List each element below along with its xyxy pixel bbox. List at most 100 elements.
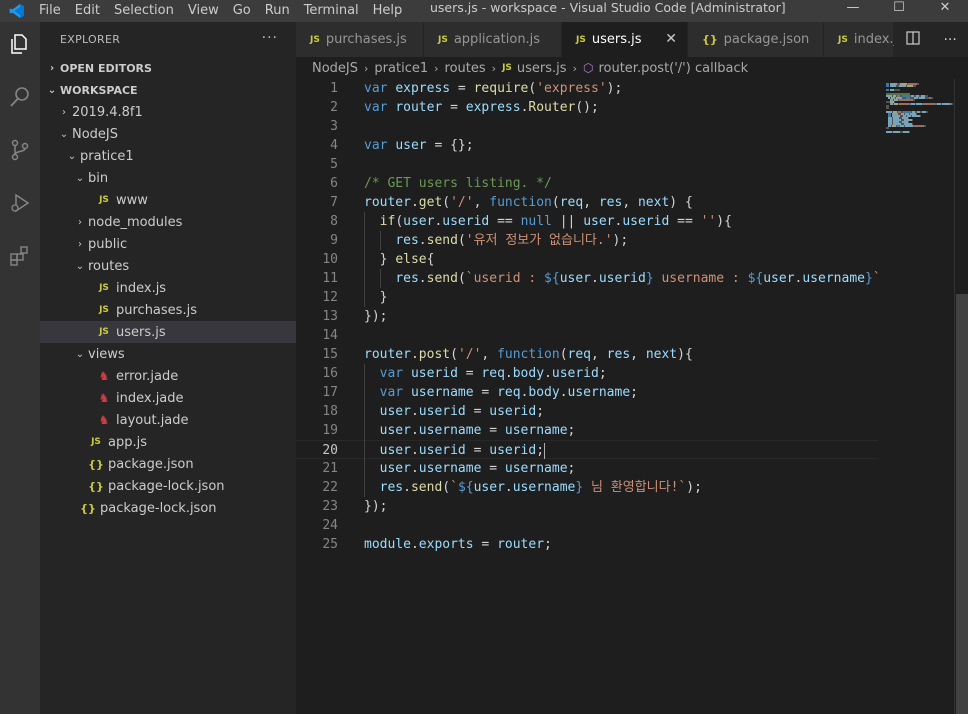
source-control-icon[interactable] xyxy=(0,130,40,170)
code-token: } xyxy=(645,271,654,286)
tab-purchases-js[interactable]: JS purchases.js xyxy=(296,22,424,57)
tab-index-js[interactable]: JS index.js xyxy=(824,22,904,57)
file-item[interactable]: ♞ error.jade xyxy=(40,365,296,387)
code-text: var express = require('express'); xyxy=(364,79,622,98)
minimap[interactable] xyxy=(878,79,954,714)
menu-item-help[interactable]: Help xyxy=(366,3,410,19)
menu-item-view[interactable]: View xyxy=(181,3,226,19)
tab-actions: ··· xyxy=(894,22,968,57)
window-title: users.js - workspace - Visual Studio Cod… xyxy=(430,0,786,15)
tree-item-label: index.js xyxy=(116,280,167,296)
code-text: user.username = username; xyxy=(364,421,576,440)
minimap-token xyxy=(926,111,928,113)
file-item[interactable]: JS app.js xyxy=(40,431,296,453)
tree-item-label: error.jade xyxy=(116,368,179,384)
tab-users-js[interactable]: JS users.js ✕ xyxy=(562,22,688,57)
chevron-down-icon: ⌄ xyxy=(75,172,85,184)
open-editors-section[interactable]: › OPEN EDITORS xyxy=(40,57,296,79)
minimize-button[interactable]: — xyxy=(830,0,876,16)
code-line: 7 router.get('/', function(req, res, next… xyxy=(296,193,878,212)
explorer-icon[interactable] xyxy=(0,24,40,64)
code-token: var xyxy=(364,100,388,115)
title-bar: File Edit Selection View Go Run Terminal Help u… xyxy=(0,0,968,22)
code-line: 21 user.username = username; xyxy=(296,459,878,478)
code-token: username : xyxy=(653,271,748,286)
line-number: 15 xyxy=(322,347,338,362)
menu-item-file[interactable]: File xyxy=(32,3,68,19)
breadcrumb-item-symbol[interactable]: router.post('/') callback xyxy=(598,61,748,76)
code-line: 13}); xyxy=(296,307,878,326)
breadcrumb-item-routes[interactable]: routes xyxy=(445,61,486,76)
file-item[interactable]: JS www xyxy=(40,189,296,211)
workspace-section[interactable]: ⌄ WORKSPACE xyxy=(40,79,296,101)
code-token: ; xyxy=(567,423,576,438)
code-token: user xyxy=(395,138,427,153)
code-token: . xyxy=(410,423,419,438)
folder-item[interactable]: ⌄ routes xyxy=(40,255,296,277)
code-line: 18 user.userid = userid; xyxy=(296,402,878,421)
code-token: get xyxy=(418,195,443,210)
file-item[interactable]: JS users.js xyxy=(40,321,296,343)
code-text: router.get('/', function(req, res, next)… xyxy=(364,193,693,212)
code-token: ; xyxy=(536,443,545,458)
split-editor-icon[interactable] xyxy=(905,30,921,50)
menu-item-edit[interactable]: Edit xyxy=(68,3,107,19)
code-token: . xyxy=(410,195,419,210)
minimap-token xyxy=(886,85,889,87)
close-window-button[interactable]: ✕ xyxy=(922,0,968,16)
folder-item[interactable]: ⌄ views xyxy=(40,343,296,365)
json-file-icon: {} xyxy=(88,479,104,493)
menu-item-selection[interactable]: Selection xyxy=(107,3,181,19)
file-item[interactable]: ♞ index.jade xyxy=(40,387,296,409)
code-token: = xyxy=(465,404,490,419)
chevron-right-icon: › xyxy=(491,61,497,75)
code-token: . xyxy=(504,366,513,381)
more-actions-button[interactable]: ··· xyxy=(262,30,278,46)
tab-package-json[interactable]: {} package.json xyxy=(688,22,824,57)
code-token: } xyxy=(575,480,584,495)
folder-item[interactable]: › node_modules xyxy=(40,211,296,233)
tab-application-js[interactable]: JS application.js xyxy=(424,22,562,57)
file-item[interactable]: JS purchases.js xyxy=(40,299,296,321)
editor-scrollbar[interactable] xyxy=(954,79,968,714)
folder-item[interactable]: ⌄ pratice1 xyxy=(40,145,296,167)
line-number: 4 xyxy=(330,138,338,153)
menu-item-go[interactable]: Go xyxy=(226,3,258,19)
breadcrumb-item-file[interactable]: users.js xyxy=(517,61,567,76)
file-item[interactable]: {} package-lock.json xyxy=(40,475,296,497)
code-editor[interactable]: 1 var express = require('express'); 2 var r… xyxy=(296,79,878,714)
code-token: userid xyxy=(442,214,490,229)
file-item[interactable]: {} package-lock.json xyxy=(40,497,296,519)
tab-label: application.js xyxy=(453,32,541,47)
folder-item[interactable]: ⌄ NodeJS xyxy=(40,123,296,145)
folder-item[interactable]: › public xyxy=(40,233,296,255)
window-controls: — ☐ ✕ xyxy=(830,0,968,16)
code-token: ); xyxy=(686,480,702,495)
explorer-sidebar: EXPLORER ··· › OPEN EDITORS ⌄ WORKSPACE … xyxy=(40,22,296,714)
code-token: . xyxy=(591,271,599,286)
scrollbar-thumb[interactable] xyxy=(956,294,968,714)
code-token: . xyxy=(559,385,568,400)
breadcrumb-item-pratice1[interactable]: pratice1 xyxy=(374,61,428,76)
minimap-token xyxy=(924,125,926,127)
folder-item[interactable]: ⌄ bin xyxy=(40,167,296,189)
breadcrumb-item-nodejs[interactable]: NodeJS xyxy=(312,61,358,76)
maximize-button[interactable]: ☐ xyxy=(876,0,922,16)
menu-item-run[interactable]: Run xyxy=(258,3,297,19)
menu-item-terminal[interactable]: Terminal xyxy=(297,3,366,19)
file-item[interactable]: ♞ layout.jade xyxy=(40,409,296,431)
close-tab-icon[interactable]: ✕ xyxy=(665,31,677,47)
code-token: , xyxy=(481,347,498,362)
editor-more-actions-button[interactable]: ··· xyxy=(943,32,956,48)
folder-item[interactable]: › 2019.4.8f1 xyxy=(40,101,296,123)
code-token: var xyxy=(379,366,404,381)
run-debug-icon[interactable] xyxy=(0,183,40,223)
file-item[interactable]: {} package.json xyxy=(40,453,296,475)
code-text: res.send('유저 정보가 없습니다.'); xyxy=(364,231,628,250)
extensions-icon[interactable] xyxy=(0,236,40,276)
tab-label: package.json xyxy=(723,32,810,47)
search-icon[interactable] xyxy=(0,77,40,117)
file-item[interactable]: JS index.js xyxy=(40,277,296,299)
